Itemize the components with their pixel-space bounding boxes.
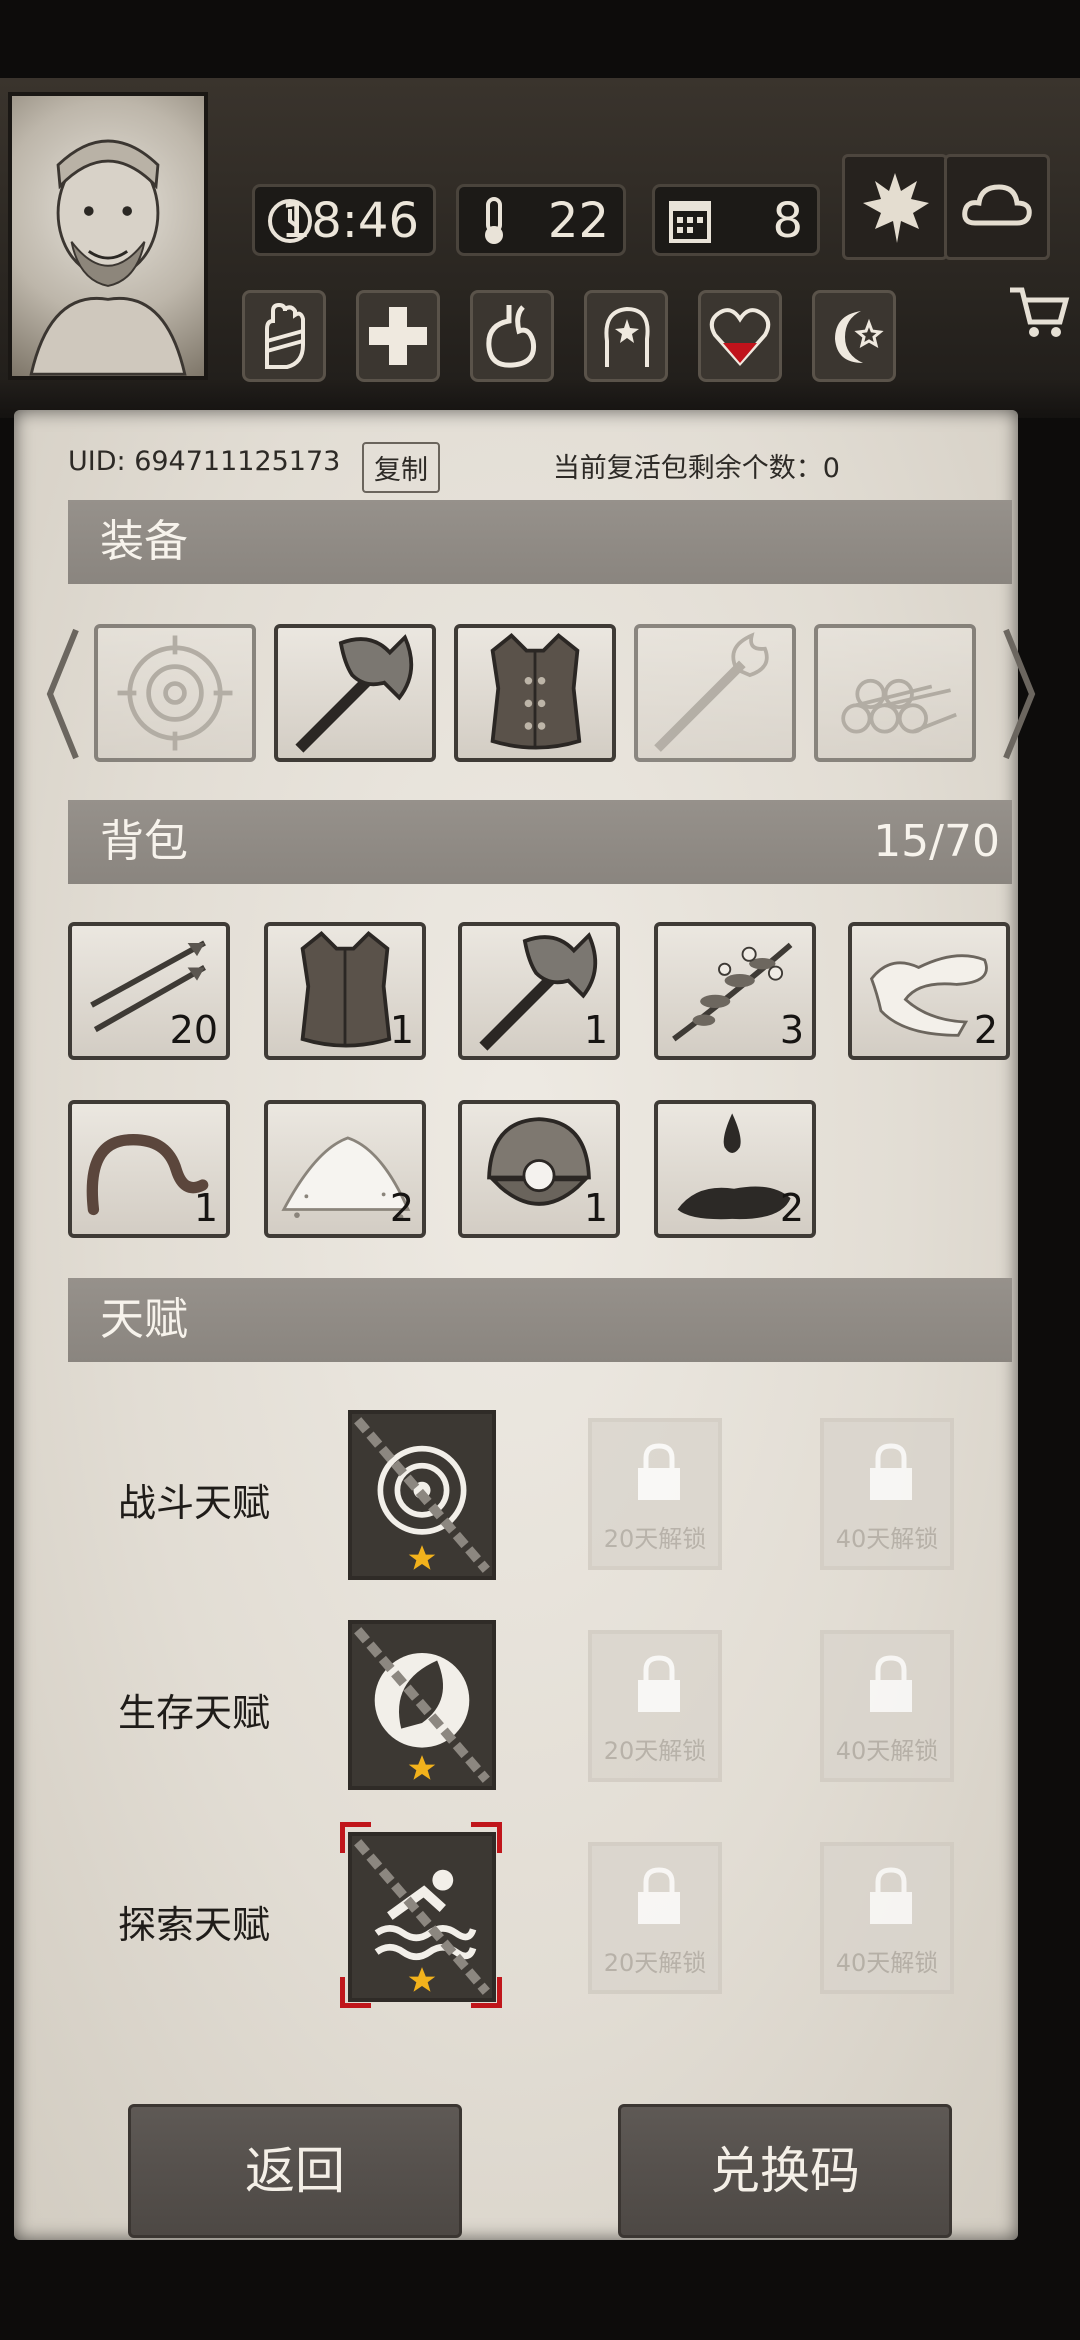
padlock-icon xyxy=(638,1867,680,1924)
backpack-item-worm[interactable]: 1 xyxy=(68,1100,230,1238)
backpack-item-axe[interactable]: 1 xyxy=(458,922,620,1060)
equipment-slot-logs[interactable] xyxy=(814,624,976,762)
padlock-icon xyxy=(870,1655,912,1712)
swimmer-icon xyxy=(354,1839,490,1995)
backpack-item-pearl[interactable]: 1 xyxy=(458,1100,620,1238)
thermometer-icon xyxy=(485,197,503,244)
cloud-icon xyxy=(962,184,1032,226)
talent-survival-lock-40[interactable]: 40天解锁 xyxy=(820,1630,954,1782)
item-quantity: 2 xyxy=(389,1186,414,1230)
backpack-item-oil[interactable]: 2 xyxy=(654,1100,816,1238)
unlock-requirement: 40天解锁 xyxy=(835,1525,939,1553)
unlock-requirement: 40天解锁 xyxy=(835,1949,939,1977)
talent-survival-slot[interactable] xyxy=(348,1620,496,1790)
item-quantity: 1 xyxy=(389,1008,414,1052)
backpack-item-arrows[interactable]: 20 xyxy=(68,922,230,1060)
equipment-title: 装备 xyxy=(100,516,188,567)
backpack-item-cloth[interactable]: 2 xyxy=(848,922,1010,1060)
talent-combat-slot[interactable] xyxy=(348,1410,496,1580)
vest-icon xyxy=(490,633,582,750)
unlock-requirement: 20天解锁 xyxy=(603,1737,707,1765)
leaf-shield-icon xyxy=(354,1627,490,1783)
unlock-requirement: 20天解锁 xyxy=(603,1525,707,1553)
equipment-next-arrow[interactable] xyxy=(1000,624,1040,764)
head-sparkle-icon xyxy=(604,306,650,367)
heart-icon xyxy=(709,308,771,367)
status-stomach[interactable] xyxy=(470,290,554,382)
status-health[interactable] xyxy=(356,290,440,382)
player-avatar[interactable] xyxy=(8,92,208,380)
talent-exploration-lock-20[interactable]: 20天解锁 xyxy=(588,1842,722,1994)
padlock-icon xyxy=(638,1655,680,1712)
backpack-header: 背包 15/70 xyxy=(68,800,1012,884)
bandaged-hand-icon xyxy=(265,302,305,369)
talents-header: 天赋 xyxy=(68,1278,1012,1362)
day-counter: 8 xyxy=(652,184,820,256)
stomach-icon xyxy=(486,305,537,368)
temperature-display: 22 xyxy=(456,184,626,256)
padlock-icon xyxy=(870,1443,912,1500)
item-quantity: 1 xyxy=(583,1008,608,1052)
calendar-icon xyxy=(669,201,711,243)
moon-star-icon xyxy=(835,311,884,363)
talent-exploration-lock-40[interactable]: 40天解锁 xyxy=(820,1842,954,1994)
backpack-title: 背包 xyxy=(100,816,188,867)
combat-target-icon xyxy=(354,1417,490,1573)
day-value: 8 xyxy=(772,193,803,249)
backpack-capacity: 15/70 xyxy=(873,816,1000,867)
equipment-slot-torch[interactable] xyxy=(634,624,796,762)
talent-label-combat: 战斗天赋 xyxy=(118,1481,271,1525)
talent-label-survival: 生存天赋 xyxy=(118,1691,271,1735)
talent-combat-lock-40[interactable]: 40天解锁 xyxy=(820,1418,954,1570)
talents-title: 天赋 xyxy=(100,1294,188,1345)
padlock-icon xyxy=(638,1443,680,1500)
backpack-item-vest[interactable]: 1 xyxy=(264,922,426,1060)
revive-pack-count: 当前复活包剩余个数：0 xyxy=(552,453,840,484)
status-hand-injury[interactable] xyxy=(242,290,326,382)
shop-cart-button[interactable] xyxy=(1004,278,1074,348)
medical-cross-icon xyxy=(369,307,427,365)
equipment-prev-arrow[interactable] xyxy=(42,624,82,764)
talent-survival-lock-20[interactable]: 20天解锁 xyxy=(588,1630,722,1782)
logs-icon xyxy=(841,678,957,734)
backpack-item-salt[interactable]: 2 xyxy=(264,1100,426,1238)
equipment-header: 装备 xyxy=(68,500,1012,584)
equipment-slot-target[interactable] xyxy=(94,624,256,762)
talent-label-exploration: 探索天赋 xyxy=(118,1903,271,1947)
unlock-requirement: 20天解锁 xyxy=(603,1949,707,1977)
axe-icon xyxy=(295,634,414,753)
weather-button[interactable] xyxy=(944,154,1050,260)
item-quantity: 1 xyxy=(193,1186,218,1230)
temperature-value: 22 xyxy=(547,193,609,249)
equipment-slot-vest[interactable] xyxy=(454,624,616,762)
uid-label: UID: 694711125173 xyxy=(68,446,341,477)
time-value: 18:46 xyxy=(280,193,419,249)
item-quantity: 3 xyxy=(779,1008,804,1052)
back-button[interactable]: 返回 xyxy=(128,2104,462,2238)
padlock-icon xyxy=(870,1867,912,1924)
maple-leaf-icon xyxy=(863,173,929,243)
item-quantity: 2 xyxy=(973,1008,998,1052)
season-button[interactable] xyxy=(842,154,948,260)
item-quantity: 1 xyxy=(583,1186,608,1230)
backpack-item-herb[interactable]: 3 xyxy=(654,922,816,1060)
item-quantity: 2 xyxy=(779,1186,804,1230)
talent-combat-lock-20[interactable]: 20天解锁 xyxy=(588,1418,722,1570)
torch-icon xyxy=(654,632,769,752)
talent-exploration-slot[interactable] xyxy=(348,1832,496,2002)
copy-uid-button[interactable]: 复制 xyxy=(362,442,440,493)
unlock-requirement: 40天解锁 xyxy=(835,1737,939,1765)
target-icon xyxy=(117,635,233,751)
shopping-cart-icon xyxy=(1010,287,1070,337)
equipment-slot-axe[interactable] xyxy=(274,624,436,762)
redeem-code-button[interactable]: 兑换码 xyxy=(618,2104,952,2238)
status-heart[interactable] xyxy=(698,290,782,382)
clock-display: 18:46 xyxy=(252,184,436,256)
item-quantity: 20 xyxy=(169,1008,218,1052)
status-sleep[interactable] xyxy=(812,290,896,382)
status-mind[interactable] xyxy=(584,290,668,382)
